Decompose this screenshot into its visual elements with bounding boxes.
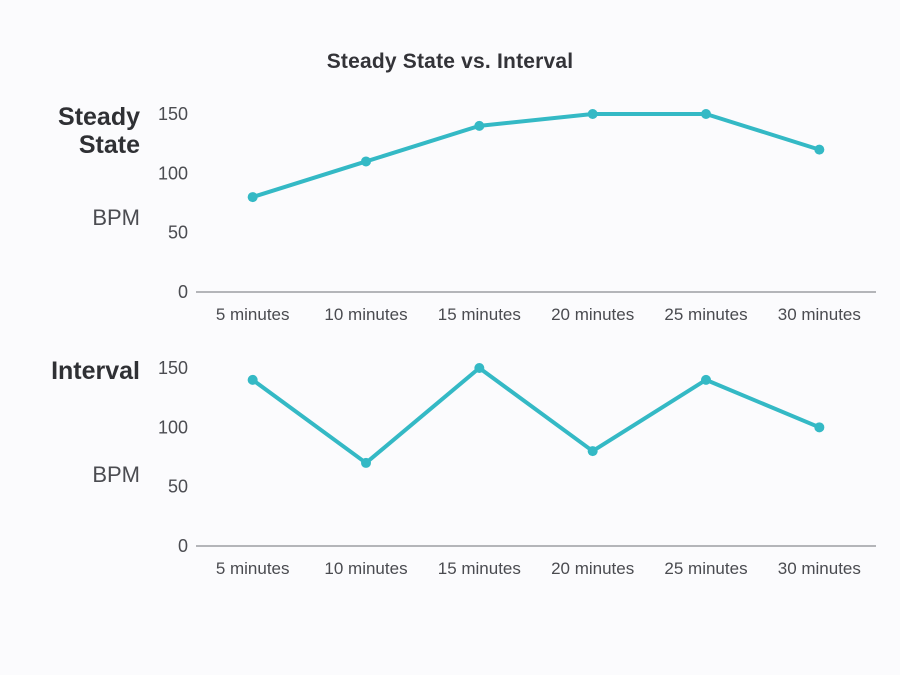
- series-point: [588, 446, 598, 456]
- y-axis-label-steady: BPM: [92, 205, 140, 231]
- x-tick-label: 15 minutes: [438, 559, 521, 578]
- panel-title-steady: Steady State: [58, 104, 140, 159]
- plot-svg-steady: 0 50 100 150 5 minutes 10 minutes 15 minutes 20…: [150, 104, 890, 334]
- panel-title-steady-line2: State: [58, 132, 140, 160]
- plot-interval: 0 50 100 150 5 minutes 10 minutes 15 minutes 20…: [150, 358, 890, 588]
- x-tick-label: 25 minutes: [664, 559, 747, 578]
- series-point: [701, 375, 711, 385]
- panel-title-steady-line1: Steady: [58, 104, 140, 132]
- x-tick-label: 20 minutes: [551, 305, 634, 324]
- x-tick-label: 10 minutes: [324, 559, 407, 578]
- y-tick-label: 150: [158, 358, 188, 378]
- y-axis-label-interval: BPM: [92, 462, 140, 488]
- series-point: [588, 109, 598, 119]
- series-point: [248, 375, 258, 385]
- y-tick-label: 50: [168, 477, 188, 497]
- plot-steady: 0 50 100 150 5 minutes 10 minutes 15 minutes 20…: [150, 104, 890, 334]
- series-point: [814, 422, 824, 432]
- page: Steady State vs. Interval Steady State B…: [0, 0, 900, 675]
- series-line: [253, 368, 820, 463]
- y-tick-label: 50: [168, 223, 188, 243]
- x-tick-label: 10 minutes: [324, 305, 407, 324]
- series-point: [248, 192, 258, 202]
- series-point: [814, 145, 824, 155]
- series-point: [474, 363, 484, 373]
- x-tick-label: 20 minutes: [551, 559, 634, 578]
- y-tick-label: 100: [158, 163, 188, 183]
- panel-title-interval: Interval: [51, 358, 140, 386]
- x-tick-label: 30 minutes: [778, 559, 861, 578]
- side-column-steady: Steady State BPM: [20, 104, 150, 231]
- x-tick-label: 15 minutes: [438, 305, 521, 324]
- series-point: [701, 109, 711, 119]
- panel-interval: Interval BPM 0 50 100 150 5 minutes 10 minute…: [20, 358, 880, 588]
- x-tick-label: 30 minutes: [778, 305, 861, 324]
- series-line: [253, 114, 820, 197]
- y-tick-label: 0: [178, 536, 188, 556]
- y-tick-label: 0: [178, 282, 188, 302]
- x-tick-label: 5 minutes: [216, 559, 290, 578]
- x-tick-label: 25 minutes: [664, 305, 747, 324]
- plot-svg-interval: 0 50 100 150 5 minutes 10 minutes 15 minutes 20…: [150, 358, 890, 588]
- y-tick-label: 100: [158, 417, 188, 437]
- series-point: [361, 458, 371, 468]
- y-tick-label: 150: [158, 104, 188, 124]
- x-tick-label: 5 minutes: [216, 305, 290, 324]
- series-point: [474, 121, 484, 131]
- panel-steady-state: Steady State BPM 0 50 100 150 5 minutes 10 mi…: [20, 104, 880, 334]
- panel-title-interval-line1: Interval: [51, 358, 140, 386]
- side-column-interval: Interval BPM: [20, 358, 150, 488]
- series-point: [361, 156, 371, 166]
- chart-title: Steady State vs. Interval: [20, 50, 880, 74]
